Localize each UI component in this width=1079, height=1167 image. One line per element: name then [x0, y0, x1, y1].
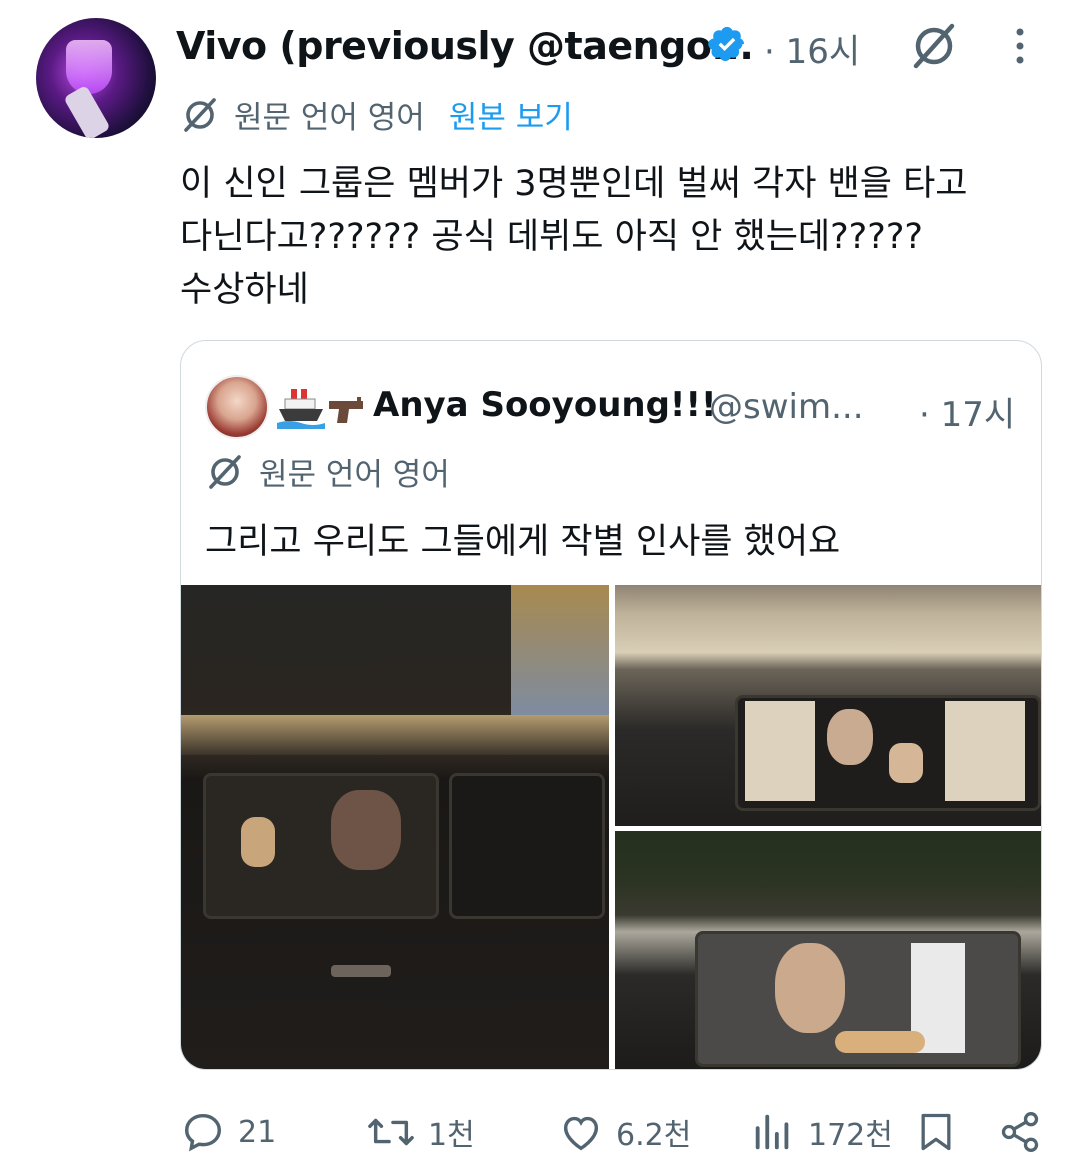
- tweet-text-line: 이 신인 그룹은 멤버가 3명뿐인데 벌써 각자 밴을 타고: [180, 164, 968, 204]
- photo-1[interactable]: [181, 585, 609, 1069]
- quoted-author-avatar[interactable]: [205, 375, 269, 439]
- grok-icon[interactable]: [908, 20, 960, 72]
- verified-badge-icon: [708, 26, 745, 62]
- tweet-text-line: 다닌다고?????? 공식 데뷔도 아직 안 했는데?????: [180, 217, 923, 257]
- author-name[interactable]: Vivo (previously @taengo...: [176, 24, 754, 68]
- repost-button[interactable]: 1천: [366, 1104, 475, 1160]
- like-button[interactable]: 6.2천: [558, 1104, 691, 1160]
- like-icon: [563, 1116, 599, 1151]
- media-grid: [181, 585, 1041, 1069]
- photo-2[interactable]: [615, 585, 1041, 826]
- bookmark-button[interactable]: [914, 1104, 958, 1160]
- quoted-tweet[interactable]: Anya Sooyoung!!! @swim... · 17시 원문 언어 영어…: [180, 340, 1042, 1070]
- translation-row: 원문 언어 영어 원본 보기: [180, 92, 573, 136]
- views-count: 172천: [808, 1118, 893, 1153]
- tweet-text-line: 수상하네: [180, 270, 309, 310]
- like-count: 6.2천: [616, 1118, 692, 1153]
- photo-3[interactable]: [615, 831, 1041, 1069]
- quoted-timestamp[interactable]: · 17시: [919, 387, 1015, 436]
- more-icon[interactable]: [1008, 24, 1032, 68]
- author-avatar[interactable]: [36, 18, 156, 138]
- quoted-author-handle[interactable]: @swim...: [709, 387, 864, 427]
- quoted-translation-row: 원문 언어 영어: [205, 449, 450, 493]
- quoted-tweet-text: 그리고 우리도 그들에게 작별 인사를 했어요: [205, 522, 841, 562]
- repost-count: 1천: [428, 1118, 475, 1153]
- reply-count: 21: [238, 1114, 277, 1150]
- bookmark-icon: [921, 1113, 951, 1151]
- share-button[interactable]: [998, 1104, 1042, 1160]
- translate-icon: [209, 455, 241, 489]
- view-original-link[interactable]: 원본 보기: [449, 92, 573, 137]
- reply-button[interactable]: 21: [180, 1104, 276, 1160]
- views-button[interactable]: 172천: [750, 1104, 893, 1160]
- tweet-timestamp[interactable]: · 16시: [764, 24, 860, 73]
- reply-icon: [184, 1113, 222, 1152]
- ship-emoji: [277, 385, 325, 429]
- translation-note: 원문 언어 영어: [234, 99, 425, 136]
- quoted-translation-note: 원문 언어 영어: [259, 456, 450, 493]
- water-pistol-emoji: [327, 389, 367, 429]
- action-bar: 21 1천 6.2천 172천: [180, 1104, 1060, 1160]
- translate-icon: [184, 98, 216, 132]
- tweet-text: 이 신인 그룹은 멤버가 3명뿐인데 벌써 각자 밴을 타고 다닌다고?????…: [180, 158, 1040, 317]
- share-icon: [1001, 1112, 1039, 1152]
- views-icon: [755, 1114, 789, 1150]
- repost-icon: [368, 1118, 414, 1146]
- quoted-author-name[interactable]: Anya Sooyoung!!!: [373, 385, 716, 425]
